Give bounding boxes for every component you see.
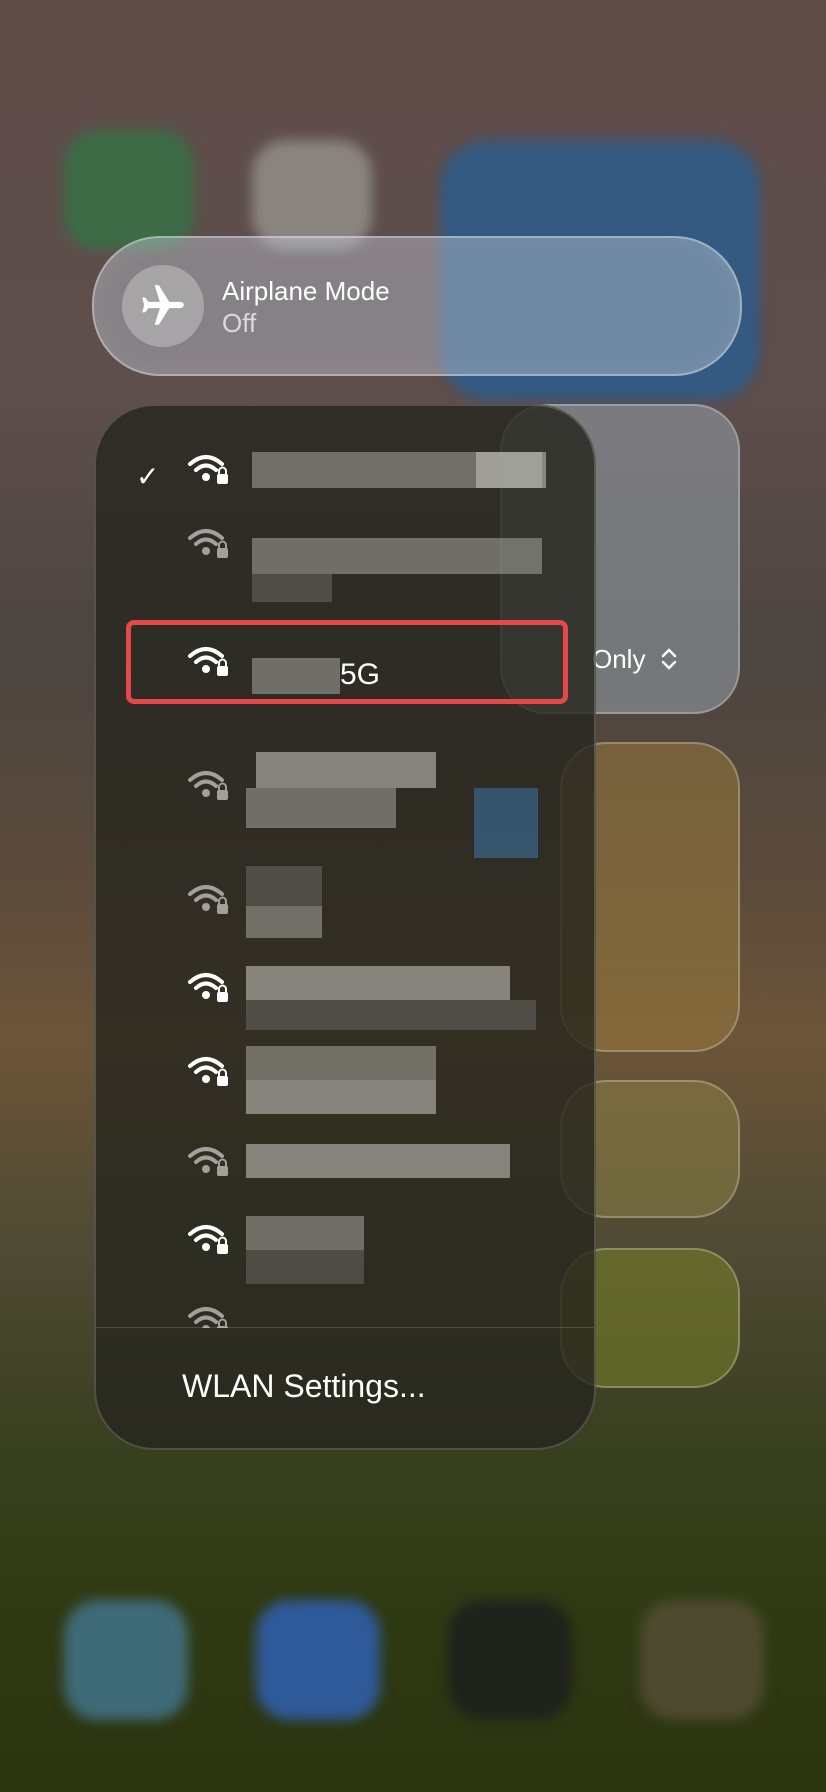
wifi-network-row[interactable]: [96, 1128, 594, 1208]
wifi-network-row[interactable]: ✓: [96, 436, 594, 516]
background-dock-icon: [256, 1600, 380, 1720]
airplane-icon: [142, 285, 184, 325]
checkmark-icon: ✓: [136, 461, 160, 492]
background-dock-icon: [640, 1600, 764, 1720]
wifi-network-row[interactable]: [96, 954, 594, 1034]
airplane-mode-icon-circle[interactable]: [122, 265, 204, 347]
highlight-box: [126, 620, 568, 704]
wifi-locked-icon: [188, 529, 228, 558]
background-app-icon: [252, 140, 372, 250]
wifi-locked-icon: [188, 1225, 228, 1254]
wifi-locked-icon: [188, 1057, 228, 1086]
focus-label: Only: [592, 644, 646, 674]
wifi-network-row[interactable]: [96, 510, 594, 602]
background-dock-icon: [448, 1600, 572, 1720]
wifi-network-row[interactable]: [96, 866, 594, 946]
wifi-locked-icon: [188, 973, 228, 1002]
wifi-locked-icon: [188, 1147, 228, 1176]
airplane-mode-title: Airplane Mode: [222, 276, 390, 306]
wifi-network-list: ✓ 5G WLAN Settings...: [94, 404, 596, 1450]
wlan-settings-button[interactable]: WLAN Settings...: [182, 1368, 426, 1405]
chevron-updown-icon: [661, 648, 677, 670]
wifi-network-row[interactable]: [96, 1206, 594, 1286]
wifi-network-row[interactable]: [96, 1288, 594, 1328]
divider: [96, 1327, 594, 1328]
wifi-network-row[interactable]: [96, 752, 594, 858]
wifi-network-row[interactable]: [96, 1038, 594, 1118]
background-dock-icon: [64, 1600, 188, 1720]
airplane-mode-status: Off: [222, 308, 257, 338]
wifi-locked-icon: [188, 885, 228, 914]
wifi-locked-icon: [188, 455, 228, 484]
wifi-locked-icon: [188, 1307, 228, 1328]
airplane-mode-toggle[interactable]: Airplane Mode Off: [92, 236, 742, 376]
background-app-icon: [64, 130, 194, 250]
wifi-locked-icon: [188, 771, 228, 800]
